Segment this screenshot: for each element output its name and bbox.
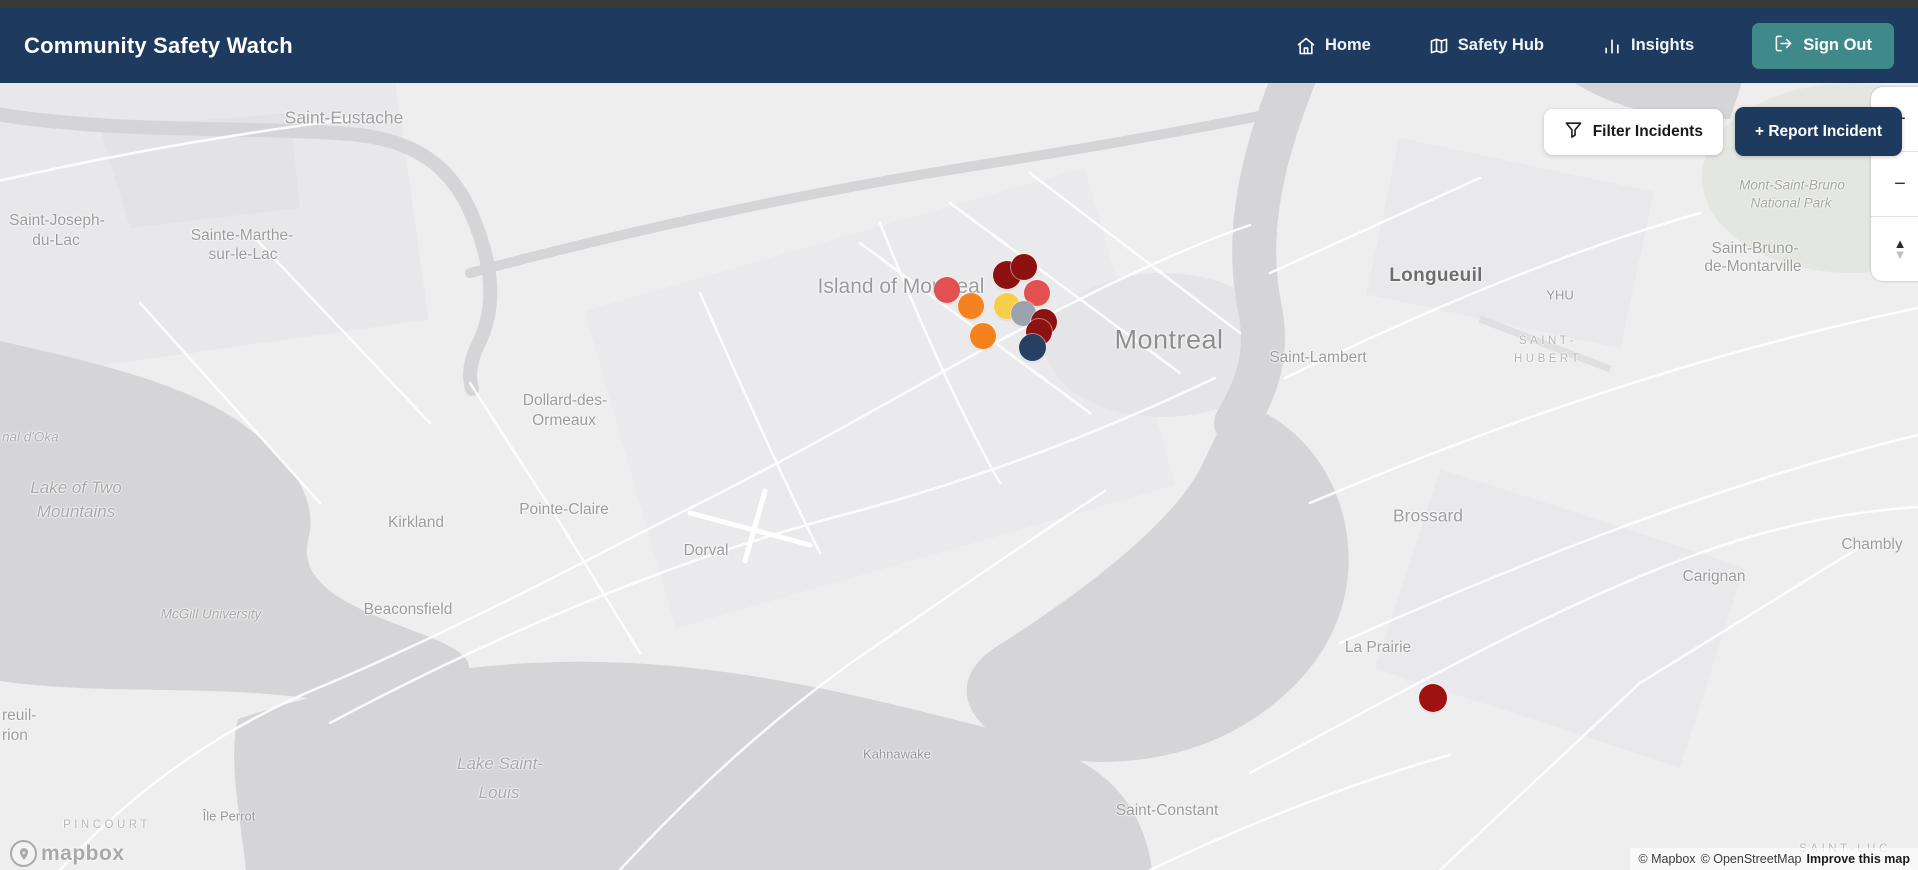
map-label: Louis — [478, 783, 520, 802]
home-icon — [1296, 36, 1316, 56]
log-out-icon — [1774, 34, 1793, 58]
map-label: Île Perrot — [202, 808, 256, 824]
mapbox-wordmark: mapbox — [41, 841, 125, 865]
compass-button[interactable]: ▲ ▼ — [1871, 217, 1918, 281]
map-label: nal d'Oka — [2, 429, 59, 445]
map-icon — [1429, 36, 1449, 56]
nav-label: Home — [1324, 36, 1371, 54]
nav-label: Insights — [1630, 36, 1695, 54]
map-label: Kirkland — [388, 514, 444, 531]
incident-marker[interactable] — [1018, 333, 1046, 361]
mapbox-pin-icon — [10, 840, 37, 867]
improve-map-link[interactable]: Improve this map — [1807, 852, 1911, 866]
map-label: de-Montarville — [1704, 258, 1802, 275]
map-label: La Prairie — [1344, 639, 1412, 656]
map-label: reuil- — [2, 707, 37, 724]
nav-item-home[interactable]: Home — [1296, 36, 1371, 56]
filter-incidents-button[interactable]: Filter Incidents — [1543, 108, 1723, 155]
sign-out-button[interactable]: Sign Out — [1752, 22, 1894, 69]
map-base-tiles — [0, 83, 1918, 870]
map-label: Saint-Joseph- — [9, 212, 105, 229]
map-label: Saint-Constant — [1115, 802, 1219, 819]
window-chrome-strip — [0, 0, 1918, 8]
filter-label: Filter Incidents — [1592, 122, 1703, 140]
incident-marker[interactable] — [1011, 254, 1037, 280]
map-canvas[interactable]: Saint-Eustache Saint-Joseph-du-Lac Sainte-… — [0, 83, 1918, 870]
map-label: National Park — [1750, 195, 1832, 211]
map-attribution: © Mapbox © OpenStreetMap Improve this ma… — [1630, 848, 1918, 870]
nav-label: Safety Hub — [1457, 36, 1544, 54]
map-label: Mont-Saint-Bruno — [1739, 177, 1845, 193]
map-label: du-Lac — [32, 232, 80, 249]
nav-item-safety-hub[interactable]: Safety Hub — [1429, 36, 1544, 56]
map-label: McGill University — [160, 606, 262, 622]
map-label: Lake of Two — [30, 478, 122, 497]
map-label: Ormeaux — [532, 412, 596, 429]
map-label: Dollard-des- — [522, 392, 608, 409]
incident-marker[interactable] — [958, 293, 984, 319]
map-label: Sainte-Marthe- — [190, 227, 294, 244]
incident-marker[interactable] — [1419, 684, 1447, 712]
map-label: Brossard — [1392, 505, 1464, 526]
map-label: Dorval — [683, 542, 729, 559]
map-label: PINCOURT — [63, 819, 151, 831]
map-label: YHU — [1546, 287, 1574, 303]
map-label: rion — [2, 727, 28, 744]
nav-item-insights[interactable]: Insights — [1602, 36, 1694, 56]
report-label: + Report Incident — [1754, 122, 1882, 140]
map-label: SAINT- — [1518, 335, 1578, 347]
map-label: Chambly — [1841, 536, 1903, 553]
map-label: Kahnawake — [863, 746, 931, 762]
map-label: Saint-Lambert — [1269, 349, 1367, 366]
main-nav: Home Safety Hub Insights Sign Out — [1296, 22, 1894, 69]
mapbox-logo[interactable]: mapbox — [10, 840, 125, 867]
map-toolbar: Filter Incidents + Report Incident — [1543, 107, 1902, 156]
map-label: Pointe-Claire — [519, 501, 609, 518]
incident-marker[interactable] — [970, 323, 996, 349]
report-incident-button[interactable]: + Report Incident — [1734, 107, 1902, 156]
osm-attribution-link[interactable]: © OpenStreetMap — [1701, 852, 1802, 866]
mapbox-attribution-link[interactable]: © Mapbox — [1638, 852, 1695, 866]
app-header: Community Safety Watch Home Safety Hub I… — [0, 8, 1918, 83]
map-label: Montreal — [1114, 324, 1224, 355]
bar-chart-icon — [1602, 36, 1622, 56]
map-label: Saint-Eustache — [284, 107, 404, 128]
sign-out-label: Sign Out — [1803, 36, 1872, 54]
map-label: HUBERT — [1513, 353, 1583, 365]
app-title: Community Safety Watch — [24, 32, 293, 58]
funnel-icon — [1564, 120, 1583, 144]
map-label: Saint-Bruno- — [1711, 240, 1799, 257]
map-label: sur-le-Lac — [208, 246, 278, 263]
map-label: Beaconsfield — [363, 601, 453, 618]
compass-down-icon: ▼ — [1893, 247, 1907, 262]
map-label: Mountains — [36, 502, 116, 521]
incident-marker[interactable] — [934, 277, 960, 303]
map-label: Longueuil — [1389, 265, 1483, 286]
zoom-out-button[interactable]: − — [1871, 152, 1918, 217]
map-label: Carignan — [1682, 568, 1746, 585]
map-label: Lake Saint- — [457, 754, 543, 773]
